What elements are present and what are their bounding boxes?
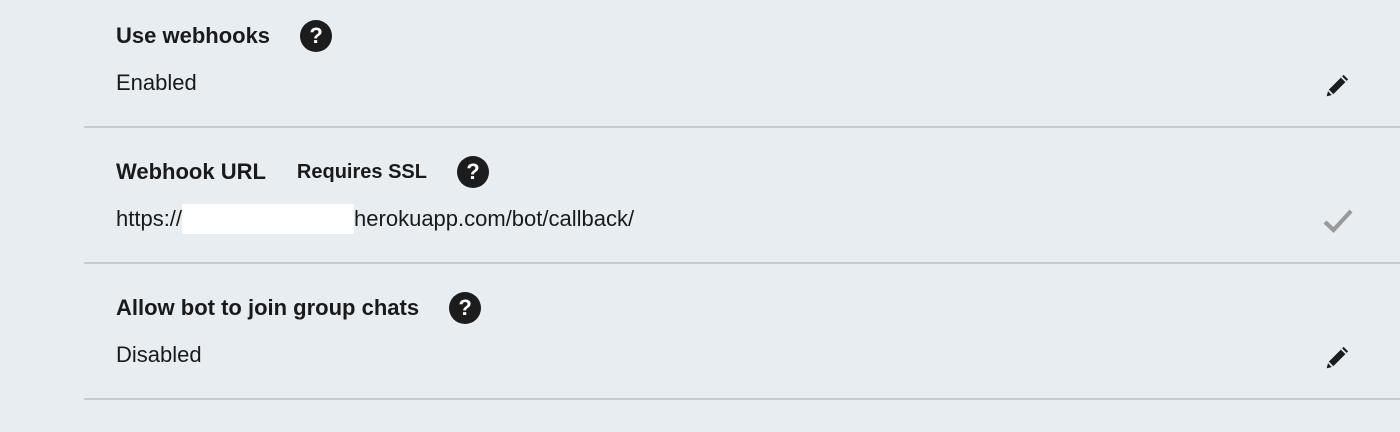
setting-title: Webhook URL: [116, 159, 266, 184]
setting-header: Webhook URL Requires SSL ?: [116, 154, 489, 190]
setting-value: Disabled: [116, 342, 202, 367]
confirm-button[interactable]: [1320, 203, 1356, 239]
setting-row-webhook-url: Webhook URL Requires SSL ? https:// hero…: [84, 128, 1400, 264]
edit-button[interactable]: [1320, 339, 1356, 375]
redacted-subdomain: [182, 204, 355, 234]
checkmark-icon: [1323, 209, 1353, 233]
setting-title: Use webhooks: [116, 23, 271, 48]
help-icon[interactable]: ?: [449, 292, 482, 324]
edit-button[interactable]: [1320, 67, 1356, 103]
pencil-icon: [1326, 346, 1349, 369]
setting-header: Allow bot to join group chats ?: [116, 290, 482, 326]
url-prefix: https://: [116, 206, 183, 231]
setting-title: Allow bot to join group chats: [116, 295, 420, 320]
setting-value: Enabled: [116, 70, 197, 95]
help-icon[interactable]: ?: [456, 156, 489, 188]
bot-settings-panel: Use webhooks ? Enabled Webhook URL Requi…: [84, 0, 1400, 400]
setting-row-group-chats: Allow bot to join group chats ? Disabled: [84, 264, 1400, 400]
webhook-url-value[interactable]: https:// herokuapp.com/bot/callback/: [116, 204, 634, 234]
setting-header: Use webhooks ?: [116, 18, 333, 54]
help-icon[interactable]: ?: [300, 20, 333, 52]
setting-row-use-webhooks: Use webhooks ? Enabled: [84, 0, 1400, 128]
ssl-requirement-label: Requires SSL: [296, 160, 427, 183]
url-suffix: herokuapp.com/bot/callback/: [354, 206, 635, 231]
pencil-icon: [1326, 74, 1349, 97]
